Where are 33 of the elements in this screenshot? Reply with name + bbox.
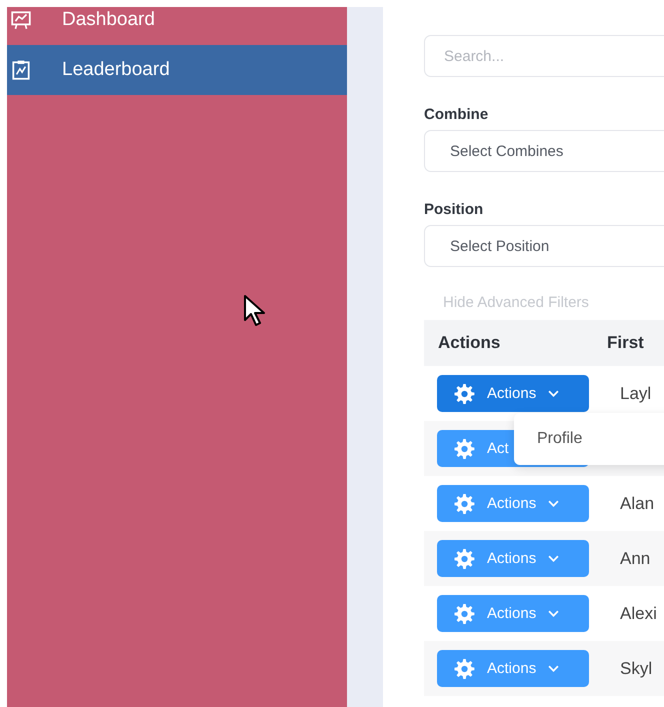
nav-item[interactable]: Dashboard <box>7 7 347 45</box>
select-field[interactable]: Select Combines <box>424 130 664 172</box>
menu-item[interactable]: Profile <box>514 430 582 448</box>
actions-button[interactable]: Actions <box>437 375 589 412</box>
gear-icon <box>453 548 476 568</box>
filter-label: Combine <box>424 106 490 123</box>
gear-icon <box>453 438 476 458</box>
gear-icon <box>453 658 476 678</box>
actions-button[interactable]: Actions <box>437 485 589 522</box>
caret-icon <box>548 610 560 617</box>
presentation-chart-icon <box>10 9 32 31</box>
table-cell: Skyl <box>620 658 652 678</box>
column-header: Actions <box>437 333 502 353</box>
nav-item[interactable]: Leaderboard <box>7 45 347 95</box>
caret-icon <box>548 390 560 397</box>
actions-button[interactable]: Actions <box>437 540 589 577</box>
table-cell: Ann <box>620 548 650 568</box>
filter-label: Position <box>424 201 484 218</box>
table-cell: Layl <box>620 384 652 402</box>
actions-button[interactable]: Actions <box>437 650 589 687</box>
table-cell: Alexi <box>620 604 657 622</box>
column-header: First <box>607 333 644 353</box>
select-field[interactable]: Select Position <box>424 225 664 267</box>
gear-icon <box>453 384 476 404</box>
caret-icon <box>548 665 560 672</box>
clipboard-chart-icon <box>10 59 32 81</box>
gear-icon <box>453 494 476 514</box>
actions-button[interactable]: Actions <box>437 595 589 632</box>
caret-icon <box>548 555 560 562</box>
search-field[interactable]: Search... <box>424 35 664 77</box>
caret-icon <box>548 500 560 507</box>
table-cell: Alan <box>620 494 654 512</box>
gear-icon <box>453 604 476 624</box>
